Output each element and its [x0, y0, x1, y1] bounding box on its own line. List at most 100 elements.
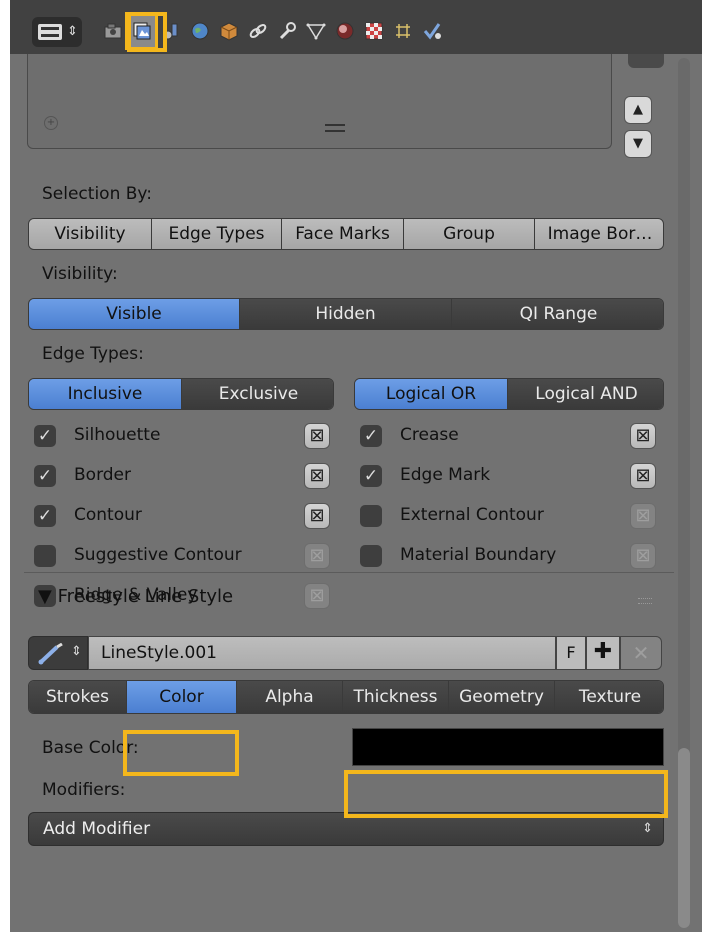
tab-material[interactable] [330, 14, 359, 48]
tab-alpha[interactable]: Alpha [237, 681, 343, 713]
tab-geometry[interactable]: Geometry [449, 681, 555, 713]
checkbox-crease[interactable]: ✓ [360, 425, 382, 447]
properties-header: ⇕ [10, 0, 702, 54]
exclude-toggle-material-boundary[interactable]: ⊠ [630, 543, 656, 569]
tab-strokes[interactable]: Strokes [29, 681, 127, 713]
line-style-browse-button[interactable]: ⇕ [28, 636, 88, 670]
x-icon: ⊠ [309, 505, 325, 526]
edge-types-label: Edge Types: [42, 344, 144, 364]
tab-world[interactable] [185, 14, 214, 48]
x-icon: ⊠ [309, 465, 325, 486]
x-icon: ⊠ [635, 465, 651, 486]
disclosure-triangle-icon: ▼ [38, 586, 52, 607]
edge-type-silhouette: ✓ Silhouette ⊠ [34, 422, 340, 452]
checkbox-edge-mark[interactable]: ✓ [360, 465, 382, 487]
edge-type-crease: ✓ Crease ⊠ [360, 422, 666, 452]
visibility-label: Visibility: [42, 264, 118, 284]
selection-by-group[interactable]: Group [404, 219, 535, 249]
selection-by-edge-types[interactable]: Edge Types [152, 219, 282, 249]
tab-thickness[interactable]: Thickness [343, 681, 449, 713]
checkbox-border[interactable]: ✓ [34, 465, 56, 487]
edge-types-logic: Logical OR Logical AND [354, 378, 664, 410]
checkbox-contour[interactable]: ✓ [34, 505, 56, 527]
mode-exclusive[interactable]: Exclusive [182, 379, 333, 409]
scrollbar-thumb[interactable] [678, 748, 690, 928]
particles-icon [395, 24, 410, 38]
fake-user-button[interactable]: F [556, 636, 586, 670]
unlink-line-style-button[interactable]: ✕ [620, 636, 662, 670]
line-style-panel-header[interactable]: ▼ Freestyle Line Style [38, 586, 233, 607]
x-icon: ⊠ [309, 425, 325, 446]
highlight-render-layers-tab [127, 12, 167, 52]
edge-type-label: External Contour [400, 505, 544, 525]
exclude-toggle-suggestive-contour[interactable]: ⊠ [304, 543, 330, 569]
move-up-button[interactable]: ▲ [624, 96, 652, 124]
exclude-toggle-border[interactable]: ⊠ [304, 463, 330, 489]
base-color-swatch[interactable] [352, 728, 664, 766]
logic-or[interactable]: Logical OR [355, 379, 508, 409]
line-style-tabs: Strokes Color Alpha Thickness Geometry T… [28, 680, 664, 714]
texture-icon [365, 22, 382, 40]
exclude-toggle-edge-mark[interactable]: ⊠ [630, 463, 656, 489]
visibility-qi-range[interactable]: QI Range [452, 299, 663, 329]
edge-type-label: Edge Mark [400, 465, 491, 485]
x-icon: ⊠ [635, 505, 651, 526]
edge-type-label: Material Boundary [400, 545, 557, 565]
x-icon: ⊠ [635, 545, 651, 566]
add-circle-icon[interactable]: + [44, 116, 58, 130]
exclude-toggle-crease[interactable]: ⊠ [630, 423, 656, 449]
move-down-button[interactable]: ▼ [624, 130, 652, 158]
selection-by-image-border[interactable]: Image Bor… [535, 219, 663, 249]
new-line-style-button[interactable]: ✚ [586, 636, 620, 670]
checkbox-external-contour[interactable] [360, 505, 382, 527]
edge-type-label: Suggestive Contour [74, 545, 242, 565]
tab-texture[interactable]: Texture [555, 681, 663, 713]
visibility-hidden[interactable]: Hidden [240, 299, 452, 329]
list-menu-button[interactable] [628, 54, 664, 68]
x-icon: ⊠ [635, 425, 651, 446]
exclude-toggle-contour[interactable]: ⊠ [304, 503, 330, 529]
chevron-updown-icon: ⇕ [71, 644, 82, 659]
selection-by-face-marks[interactable]: Face Marks [282, 219, 404, 249]
exclude-toggle-ridge-valley[interactable]: ⊠ [304, 583, 330, 609]
checkbox-silhouette[interactable]: ✓ [34, 425, 56, 447]
tab-texture[interactable] [359, 14, 388, 48]
drag-handle-icon[interactable] [638, 598, 652, 604]
constraints-icon [249, 24, 266, 38]
panel-title: Freestyle Line Style [57, 586, 234, 607]
checkbox-suggestive-contour[interactable] [34, 545, 56, 567]
selection-by-options: Visibility Edge Types Face Marks Group I… [28, 218, 664, 250]
tab-render[interactable] [98, 14, 127, 48]
edge-type-border: ✓ Border ⊠ [34, 462, 340, 492]
object-icon [220, 22, 237, 41]
visibility-options: Visible Hidden QI Range [28, 298, 664, 330]
highlight-color-tab [123, 730, 239, 776]
exclude-toggle-external-contour[interactable]: ⊠ [630, 503, 656, 529]
line-style-name-field[interactable]: LineStyle.001 [88, 636, 556, 670]
edge-type-material-boundary: Material Boundary ⊠ [360, 542, 666, 572]
tab-particles[interactable] [388, 14, 417, 48]
tab-data[interactable] [301, 14, 330, 48]
logic-and[interactable]: Logical AND [508, 379, 663, 409]
material-icon [336, 22, 353, 40]
plus-icon: ✚ [593, 639, 613, 664]
mode-inclusive[interactable]: Inclusive [29, 379, 182, 409]
tab-constraints[interactable] [243, 14, 272, 48]
checkbox-material-boundary[interactable] [360, 545, 382, 567]
selection-by-visibility[interactable]: Visibility [29, 219, 152, 249]
editor-type-selector[interactable]: ⇕ [32, 17, 82, 47]
edge-types-mode: Inclusive Exclusive [28, 378, 334, 410]
resize-grip-icon[interactable] [325, 124, 345, 132]
layer-list[interactable]: + [27, 54, 612, 149]
tab-modifiers[interactable] [272, 14, 301, 48]
tab-object[interactable] [214, 14, 243, 48]
visibility-visible[interactable]: Visible [29, 299, 240, 329]
selection-by-label: Selection By: [42, 184, 152, 204]
world-icon [191, 22, 208, 40]
physics-icon [423, 23, 441, 40]
tab-color[interactable]: Color [127, 681, 237, 713]
x-icon: ⊠ [309, 545, 325, 566]
edge-type-suggestive-contour: Suggestive Contour ⊠ [34, 542, 340, 572]
tab-physics[interactable] [417, 14, 446, 48]
exclude-toggle-silhouette[interactable]: ⊠ [304, 423, 330, 449]
